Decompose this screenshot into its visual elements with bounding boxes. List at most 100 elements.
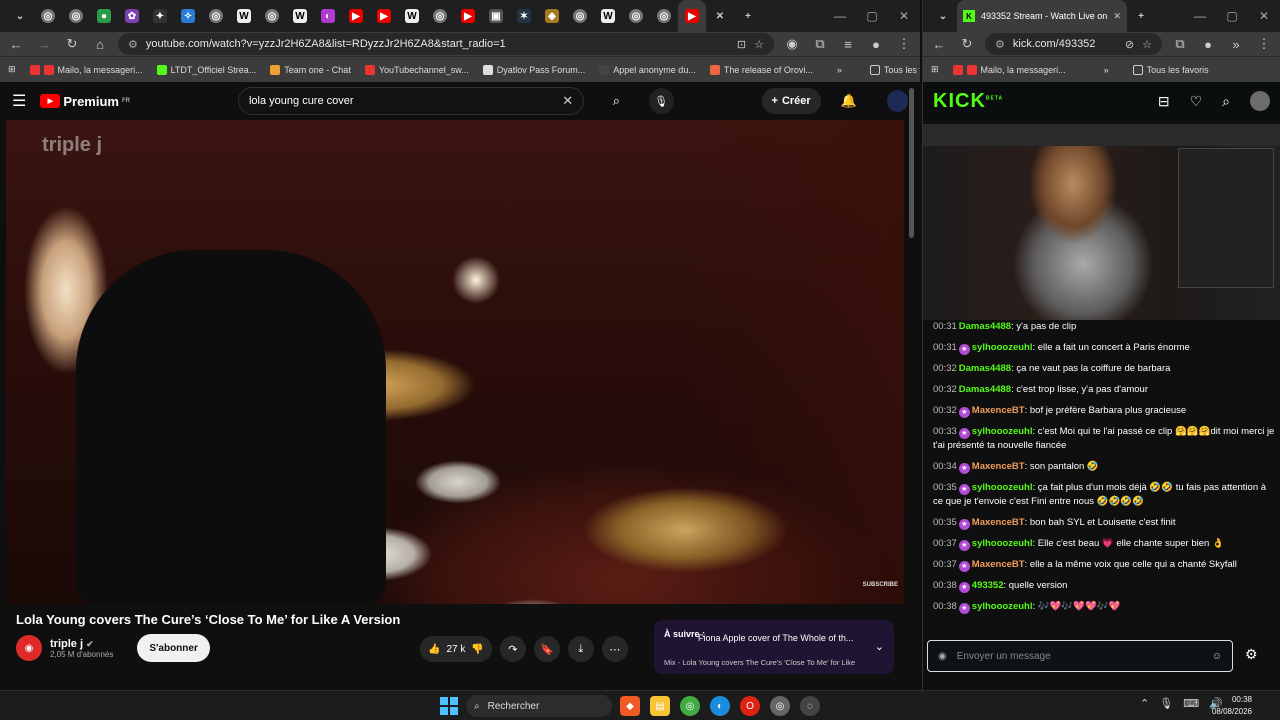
emote-status-icon[interactable]: ◉ (938, 651, 947, 662)
maximize-icon[interactable]: ▢ (856, 0, 888, 32)
brave-icon[interactable]: ◆ (620, 696, 640, 716)
site-info-icon[interactable]: ⚙ (995, 38, 1005, 51)
like-icon[interactable]: 👍 (428, 644, 440, 655)
extension-icon[interactable]: ◉ (782, 34, 802, 54)
channel-name[interactable]: triple j (50, 638, 83, 650)
tab-app-icon[interactable]: ✿ (118, 0, 146, 32)
channel-avatar[interactable]: ◉ (16, 635, 42, 661)
system-clock[interactable]: 00:38 08/08/2026 (1212, 694, 1252, 718)
tab-kick-active[interactable]: K 493352 Stream - Watch Live on ✕ (957, 0, 1127, 32)
up-next-card[interactable]: À suivre : Fiona Apple cover of The Whol… (654, 620, 894, 674)
bookmarks-overflow-icon[interactable]: » (1104, 65, 1109, 75)
tab-chrome-icon[interactable]: ◎ (426, 0, 454, 32)
dislike-icon[interactable]: 👎 (471, 644, 483, 655)
chat-username[interactable]: MaxenceBT (972, 405, 1025, 416)
clear-search-icon[interactable]: ✕ (562, 93, 573, 109)
chat-username[interactable]: sylhooozeuhl (972, 342, 1033, 353)
stream-player[interactable] (923, 124, 1280, 320)
reload-icon[interactable]: ↻ (62, 34, 82, 54)
overflow-icon[interactable]: » (1226, 34, 1246, 54)
tab-wiki-icon[interactable]: W (594, 0, 622, 32)
microphone-icon[interactable]: 🎙 (648, 88, 674, 114)
forward-icon[interactable]: → (34, 34, 54, 54)
menu-icon[interactable]: ⋮ (894, 34, 914, 54)
tab-chrome-icon[interactable]: ◎ (62, 0, 90, 32)
tab-app-icon[interactable]: ✶ (510, 0, 538, 32)
avatar[interactable] (1250, 91, 1270, 111)
chat-username[interactable]: MaxenceBT (972, 517, 1025, 528)
search-icon[interactable]: ⌕ (598, 87, 634, 115)
apps-grid-icon[interactable]: ⊞ (8, 64, 16, 75)
save-bookmark-icon[interactable]: 🔖 (533, 636, 560, 662)
bookmark-item[interactable]: Mailo, la messageri... (29, 64, 143, 75)
bookmark-item[interactable]: Appel anonyme du... (599, 64, 696, 75)
all-bookmarks[interactable]: Tous les favoris (1132, 64, 1209, 75)
bookmarks-overflow-icon[interactable]: » (837, 65, 842, 75)
network-icon[interactable]: ⌨ (1183, 697, 1199, 710)
eye-off-icon[interactable]: ⊘ (1125, 38, 1134, 51)
tab-chrome-icon[interactable]: ◎ (258, 0, 286, 32)
chat-username[interactable]: sylhooozeuhl (972, 601, 1033, 612)
chat-username[interactable]: Damas4488 (959, 321, 1011, 332)
opera-icon[interactable]: O (740, 696, 760, 716)
bookmark-item[interactable]: Team one - Chat (270, 64, 351, 75)
chat-message-input[interactable] (956, 650, 1202, 662)
bookmark-star-icon[interactable]: ☆ (754, 38, 764, 51)
tab-app-icon[interactable]: ✧ (174, 0, 202, 32)
new-tab-icon[interactable]: + (1127, 0, 1155, 32)
chrome-icon[interactable]: ◎ (680, 696, 700, 716)
close-window-icon[interactable]: ✕ (1248, 0, 1280, 32)
tab-youtube-icon[interactable]: ▶ (454, 0, 482, 32)
maximize-icon[interactable]: ▢ (1216, 0, 1248, 32)
youtube-premium-logo[interactable]: ▶ Premium FR (40, 94, 130, 109)
reload-icon[interactable]: ↻ (957, 34, 977, 54)
profile-icon[interactable]: ● (1198, 34, 1218, 54)
all-bookmarks[interactable]: Tous les favoris (869, 64, 920, 75)
search-input[interactable]: lola young cure cover ✕ (237, 87, 585, 115)
chevron-up-icon[interactable]: ⌃ (1140, 697, 1149, 710)
browse-icon[interactable]: ⊟ (1158, 93, 1170, 110)
tab-youtube-icon[interactable]: ▶ (370, 0, 398, 32)
tab-app-icon[interactable]: ● (90, 0, 118, 32)
chat-username[interactable]: sylhooozeuhl (972, 538, 1033, 549)
microphone-icon[interactable]: 🎙 (1159, 697, 1173, 710)
chat-settings-gear-icon[interactable]: ⚙ (1245, 646, 1258, 663)
tab-app-icon[interactable]: ▣ (482, 0, 510, 32)
subscribe-overlay[interactable]: SUBSCRIBE (863, 582, 898, 588)
puzzle-icon[interactable]: ⧉ (810, 34, 830, 54)
tab-app-icon[interactable]: ◆ (538, 0, 566, 32)
tab-chrome-icon[interactable]: ◎ (202, 0, 230, 32)
tab-app-icon[interactable]: ✦ (146, 0, 174, 32)
minimize-icon[interactable]: — (1184, 0, 1216, 32)
video-player[interactable]: triple j SUBSCRIBE (6, 120, 904, 604)
emoji-icon[interactable]: ☺ (1212, 651, 1222, 662)
chat-username[interactable]: sylhooozeuhl (972, 482, 1033, 493)
chat-username[interactable]: Damas4488 (959, 384, 1011, 395)
avatar[interactable] (886, 90, 908, 112)
home-icon[interactable]: ⌂ (90, 34, 110, 54)
file-explorer-icon[interactable]: ▤ (650, 696, 670, 716)
site-info-icon[interactable]: ⚙ (128, 38, 138, 51)
windows-start-icon[interactable] (440, 697, 458, 715)
close-window-icon[interactable]: ✕ (888, 0, 920, 32)
menu-icon[interactable]: ⋮ (1254, 34, 1274, 54)
kick-logo[interactable]: KICKBETA (933, 90, 1003, 113)
tab-search-icon[interactable]: ⌄ (929, 0, 957, 32)
page-scrollbar[interactable] (909, 88, 914, 238)
chat-username[interactable]: sylhooozeuhl (972, 426, 1033, 437)
tab-chrome-icon[interactable]: ◎ (34, 0, 62, 32)
tab-app-icon[interactable]: ◐ (314, 0, 342, 32)
new-tab-icon[interactable]: + (734, 0, 762, 32)
tab-wiki-icon[interactable]: W (286, 0, 314, 32)
back-icon[interactable]: ← (6, 34, 26, 54)
puzzle-icon[interactable]: ⧉ (1170, 34, 1190, 54)
tab-wiki-icon[interactable]: W (398, 0, 426, 32)
tab-chrome-icon[interactable]: ◎ (566, 0, 594, 32)
back-icon[interactable]: ← (929, 34, 949, 54)
bookmark-item[interactable]: The release of Orovi... (709, 64, 813, 75)
chat-username[interactable]: MaxenceBT (972, 461, 1025, 472)
install-icon[interactable]: ⊡ (737, 38, 746, 51)
bookmark-item[interactable]: LTDT_Officiel Strea... (156, 64, 256, 75)
heart-icon[interactable]: ♡ (1190, 93, 1203, 110)
hamburger-menu-icon[interactable]: ☰ (12, 91, 26, 111)
